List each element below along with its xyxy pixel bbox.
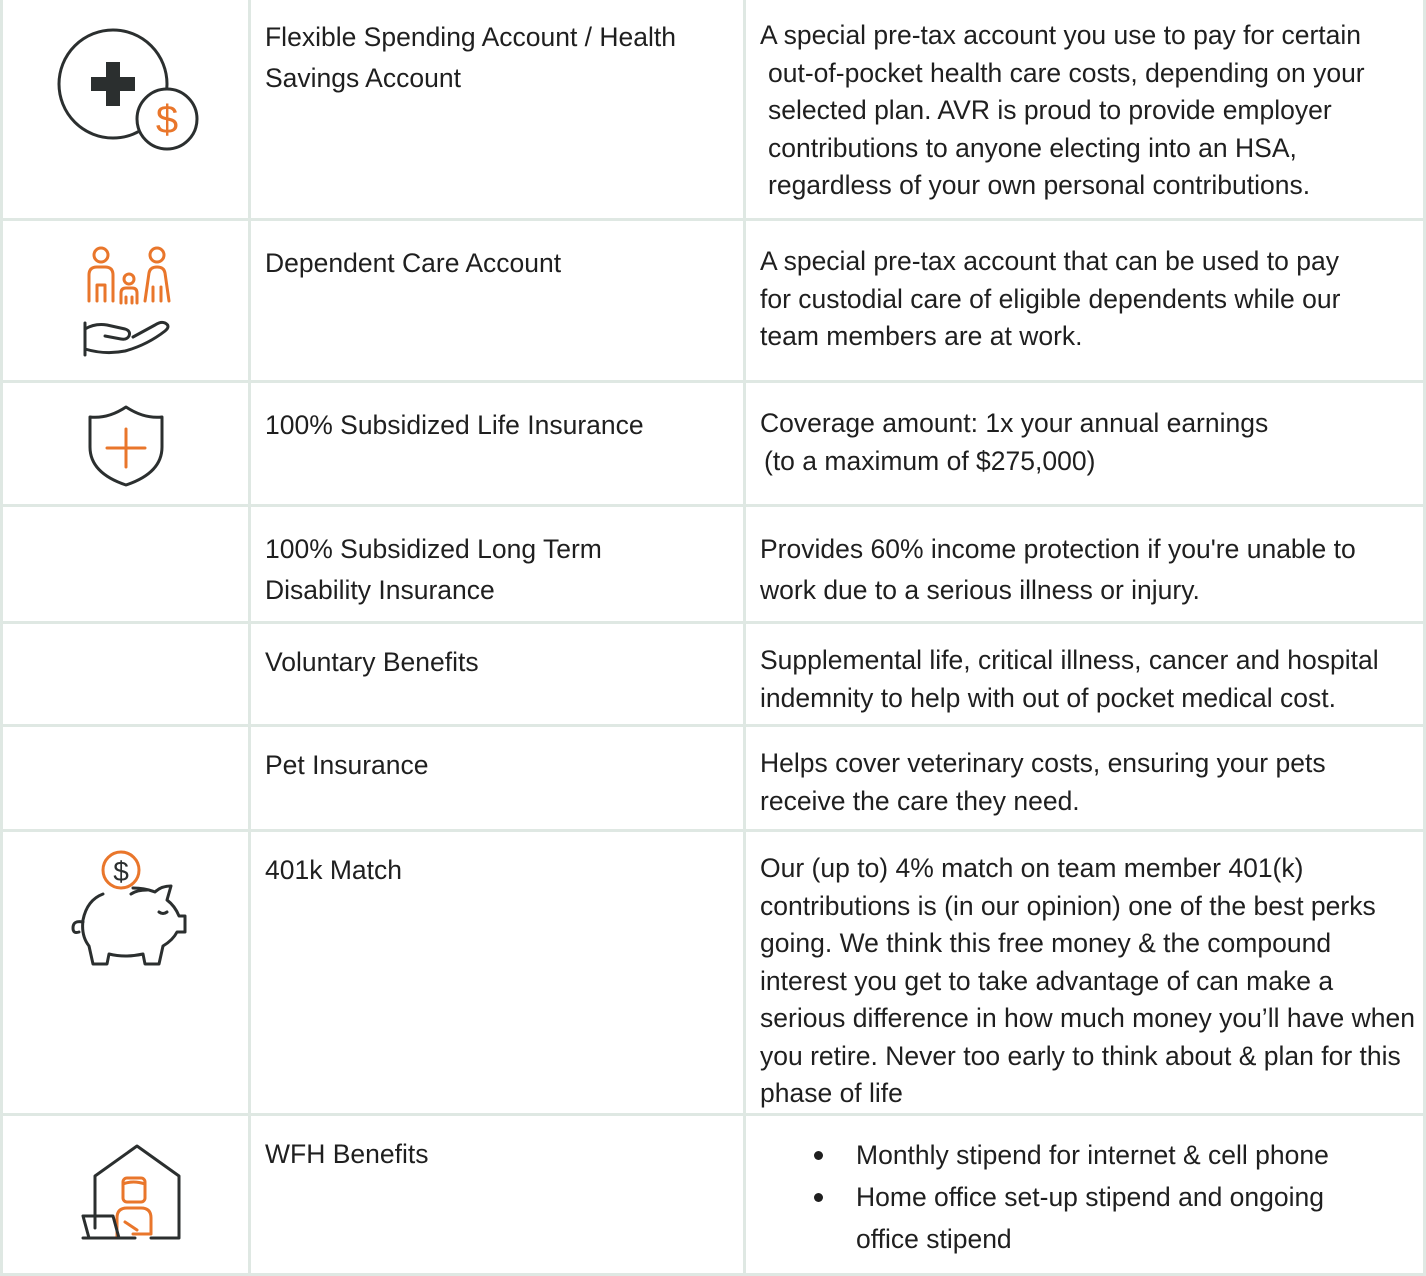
icon-cell [0,380,251,507]
benefit-name: 100% Subsidized Long Term Disability Ins… [248,504,746,624]
dollar-sign: $ [113,856,129,887]
table-row: $ 401k Match Our (up to) 4% match on tea… [0,829,1426,1116]
table-row: Voluntary Benefits Supplemental life, cr… [0,621,1426,727]
icon-cell [0,724,251,832]
description-line: selected plan. AVR is proud to provide e… [768,95,1332,125]
description-line: Provides 60% income protection if you're… [760,534,1356,564]
description-line: Our (up to) 4% match on team member 401(… [760,853,1304,883]
table-row: WFH Benefits Monthly stipend for interne… [0,1112,1426,1276]
bullet-text: Home office set-up stipend and ongoing [856,1181,1324,1212]
description-line: receive the care they need. [760,785,1080,816]
benefit-name-line: Voluntary Benefits [265,647,479,677]
benefit-description: Coverage amount: 1x your annual earnings… [743,380,1426,507]
description-line: you retire. Never too early to think abo… [760,1040,1401,1071]
benefit-name-line: 100% Subsidized Life Insurance [265,410,644,440]
benefit-description: Provides 60% income protection if you're… [743,504,1426,624]
benefit-name-line: WFH Benefits [265,1138,429,1169]
table-row: 100% Subsidized Life Insurance Coverage … [0,380,1426,507]
description-line: Helps cover veterinary costs, ensuring y… [760,748,1326,778]
shield-plus-icon [85,403,167,489]
icon-cell: $ [0,0,251,221]
table-row: Pet Insurance Helps cover veterinary cos… [0,724,1426,832]
benefit-name: Dependent Care Account [248,218,746,383]
health-plus-dollar-icon: $ [55,27,205,155]
table-row: $ Flexible Spending Account / Health Sav… [0,0,1426,221]
benefit-name-line: Disability Insurance [265,575,495,605]
description-line: out-of-pocket health care costs, dependi… [768,57,1365,88]
wfh-benefits-list: Monthly stipend for internet & cell phon… [760,1134,1403,1260]
description-line: going. We think this free money & the co… [760,928,1332,958]
piggy-bank-icon: $ [67,850,197,966]
icon-cell [0,1112,251,1276]
list-item: Home office set-up stipend and ongoing o… [812,1176,1403,1260]
benefit-name: 100% Subsidized Life Insurance [248,380,746,507]
description-line: Coverage amount: 1x your annual earnings [760,408,1269,438]
benefits-table: $ Flexible Spending Account / Health Sav… [0,0,1426,1276]
description-line: work due to a serious illness or injury. [760,575,1200,605]
benefit-name-line: 401k Match [265,855,402,885]
description-line: contributions to anyone electing into an… [768,132,1297,163]
icon-cell [0,218,251,383]
description-line: Supplemental life, critical illness, can… [760,645,1379,675]
benefit-description: Supplemental life, critical illness, can… [743,621,1426,727]
bullet-text: Monthly stipend for internet & cell phon… [856,1139,1329,1170]
benefit-description: Monthly stipend for internet & cell phon… [743,1112,1426,1276]
icon-cell: $ [0,829,251,1116]
benefit-name-line: Flexible Spending Account / Health [265,22,677,52]
list-item: Monthly stipend for internet & cell phon… [812,1134,1403,1176]
description-line: interest you get to take advantage of ca… [760,965,1334,996]
description-line: phase of life [760,1078,903,1108]
description-line: (to a maximum of $275,000) [764,445,1096,476]
description-line: A special pre-tax account you use to pay… [760,20,1361,50]
description-line: team members are at work. [760,321,1083,351]
icon-cell [0,621,251,727]
table-row: 100% Subsidized Long Term Disability Ins… [0,504,1426,624]
description-line: regardless of your own personal contribu… [768,170,1311,200]
benefit-name: Voluntary Benefits [248,621,746,727]
dollar-sign: $ [156,98,178,142]
benefit-description: A special pre-tax account that can be us… [743,218,1426,383]
benefit-name-line: Dependent Care Account [265,248,562,278]
description-line: contributions is (in our opinion) one of… [760,890,1376,921]
benefit-name-line: 100% Subsidized Long Term [265,534,602,564]
benefit-name: WFH Benefits [248,1112,746,1276]
benefit-name-line: Pet Insurance [265,750,429,780]
benefit-name-line: Savings Account [265,63,461,93]
benefit-name: Flexible Spending Account / Health Savin… [248,0,746,221]
description-line: A special pre-tax account that can be us… [760,246,1339,276]
benefit-description: Helps cover veterinary costs, ensuring y… [743,724,1426,832]
table-row: Dependent Care Account A special pre-tax… [0,218,1426,383]
icon-cell [0,504,251,624]
benefit-description: Our (up to) 4% match on team member 401(… [743,829,1426,1116]
family-hand-icon [79,245,189,365]
description-line: for custodial care of eligible dependent… [760,283,1341,314]
description-line: indemnity to help with out of pocket med… [760,682,1336,713]
description-line: serious difference in how much money you… [760,1003,1416,1033]
benefit-description: A special pre-tax account you use to pay… [743,0,1426,221]
benefit-name: 401k Match [248,829,746,1116]
benefit-name: Pet Insurance [248,724,746,832]
home-office-icon [79,1142,189,1242]
bullet-text: office stipend [856,1223,1012,1254]
